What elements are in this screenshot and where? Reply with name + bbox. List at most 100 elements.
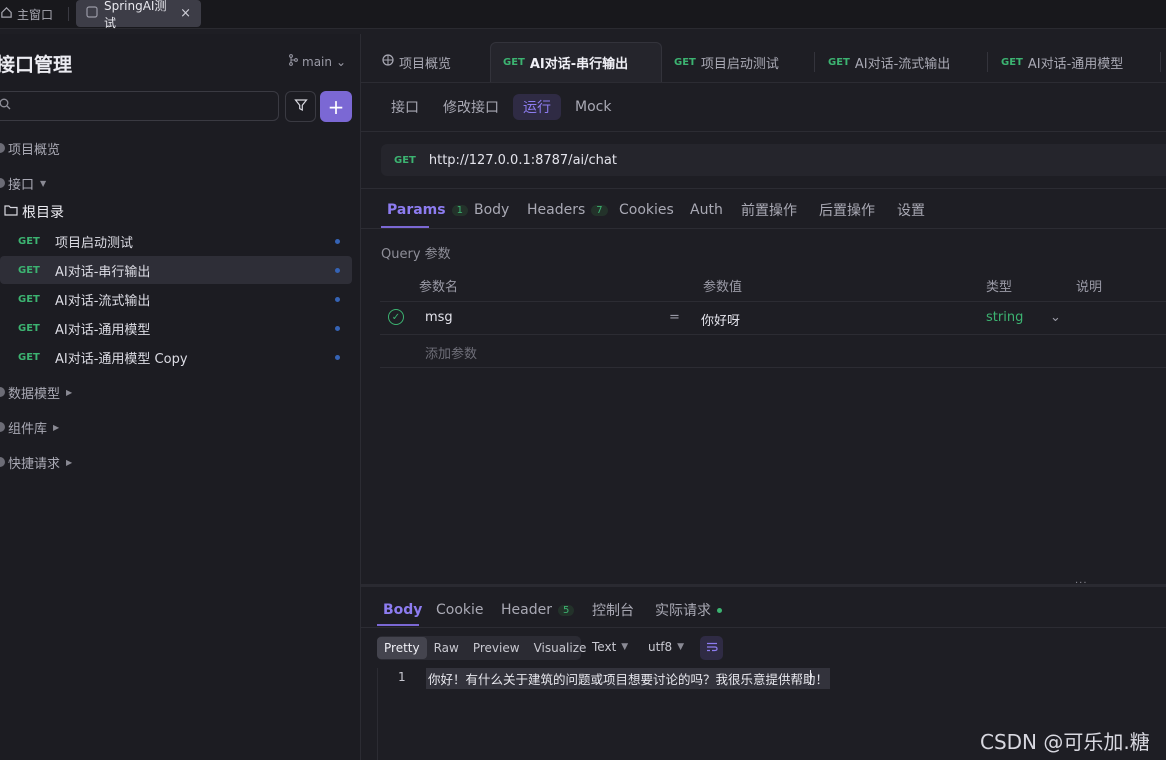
chevron-down-icon: ▼ [621, 642, 629, 652]
filter-button[interactable] [285, 91, 316, 122]
tab-startup-test[interactable]: GET 项目启动测试 [662, 42, 812, 82]
api-item[interactable]: GET AI对话-流式输出 [0, 285, 352, 313]
active-tab-indicator [377, 624, 419, 626]
count-badge: 1 [451, 204, 468, 216]
subtab-run[interactable]: 运行 [513, 94, 561, 120]
query-section-label: Query 参数 [381, 247, 451, 262]
sidebar-item-label: 接口 [8, 177, 35, 193]
method-badge: GET [18, 264, 40, 276]
tab-ai-general[interactable]: GET AI对话-通用模型 [989, 42, 1159, 82]
tab-label: 项目启动测试 [700, 56, 779, 72]
sidebar-item-label: 快捷请求 [8, 456, 61, 472]
response-splitter[interactable] [361, 584, 1166, 587]
response-tab-body[interactable]: Body [383, 600, 422, 620]
wrap-icon [706, 641, 718, 656]
overview-icon [0, 143, 5, 153]
branch-selector[interactable]: main ⌄ [288, 54, 346, 69]
tab-ai-serial[interactable]: GET AI对话-串行输出 [490, 42, 662, 82]
divider [361, 228, 1166, 229]
api-item-label: AI对话-串行输出 [55, 264, 151, 280]
response-tab-header[interactable]: Header 5 [501, 600, 575, 620]
sidebar-item-quick-requests[interactable]: 快捷请求 ▶ [0, 448, 72, 476]
method-badge: GET [18, 351, 40, 363]
tab-settings[interactable]: 设置 [897, 198, 925, 222]
overview-icon [382, 54, 394, 70]
tab-cookies[interactable]: Cookies [619, 198, 674, 222]
param-name-input[interactable]: msg [425, 310, 453, 325]
encoding-select[interactable]: utf8 ▼ [648, 640, 684, 654]
tab-label: Auth [690, 202, 723, 218]
tab-label: 设置 [897, 203, 925, 219]
sidebar-item-overview[interactable]: 项目概览 [0, 134, 60, 162]
tab-label: 项目概览 [399, 56, 452, 72]
tab-pre-script[interactable]: 前置操作 [741, 198, 797, 222]
method-selector[interactable]: GET [394, 155, 416, 166]
sidebar-item-models[interactable]: 数据模型 ▶ [0, 378, 72, 406]
window-tab-label: SpringAI测试 [104, 0, 167, 30]
equals-sign: = [669, 310, 680, 325]
caret-down-icon: ▼ [40, 178, 47, 188]
subtab-edit[interactable]: 修改接口 [433, 94, 509, 120]
tab-label: AI对话-串行输出 [529, 57, 629, 72]
tab-label: Cookie [436, 602, 484, 618]
api-item[interactable]: GET AI对话-通用模型 [0, 314, 352, 342]
check-icon[interactable]: ✓ [388, 309, 404, 325]
tab-ai-stream[interactable]: GET AI对话-流式输出 [816, 42, 986, 82]
tab-post-script[interactable]: 后置操作 [819, 198, 875, 222]
chevron-down-icon[interactable]: ⌄ [1050, 310, 1061, 325]
subtab-api[interactable]: 接口 [381, 94, 429, 120]
tab-params[interactable]: Params 1 [387, 198, 468, 222]
view-visualize-button[interactable]: Visualize [527, 637, 594, 659]
api-item[interactable]: GET AI对话-通用模型 Copy [0, 343, 352, 371]
tab-auth[interactable]: Auth [690, 198, 723, 222]
response-tab-cookie[interactable]: Cookie [436, 600, 484, 620]
column-header: 参数值 [703, 280, 743, 295]
api-item[interactable]: GET 项目启动测试 [0, 227, 352, 255]
home-icon [0, 6, 13, 22]
format-select[interactable]: Text ▼ [592, 640, 628, 654]
response-tab-actual-request[interactable]: 实际请求 [655, 600, 722, 620]
close-icon[interactable]: × [180, 6, 191, 21]
sidebar-item-label: 组件库 [8, 421, 48, 437]
count-badge: 5 [557, 604, 575, 616]
response-body-text[interactable]: 你好！有什么关于建筑的问题或项目想要讨论的吗？我很乐意提供帮助！ [426, 668, 831, 689]
param-value-input[interactable]: 你好呀 [701, 310, 740, 329]
tab-overview[interactable]: 项目概览 [370, 42, 488, 82]
tab-label: AI对话-流式输出 [854, 56, 951, 72]
api-item-label: AI对话-流式输出 [55, 293, 151, 309]
api-icon [0, 178, 5, 188]
url-input[interactable]: http://127.0.0.1:8787/ai/chat [429, 153, 617, 168]
param-type-select[interactable]: string [986, 310, 1023, 325]
url-bar[interactable]: GET http://127.0.0.1:8787/ai/chat [381, 144, 1166, 176]
divider [68, 7, 69, 21]
divider [361, 131, 1166, 132]
subtab-mock[interactable]: Mock [565, 94, 621, 120]
tab-body[interactable]: Body [474, 198, 509, 222]
caret-right-icon: ▶ [66, 387, 73, 397]
api-item-label: 项目启动测试 [55, 235, 134, 251]
method-badge: GET [18, 322, 40, 334]
response-tab-console[interactable]: 控制台 [592, 600, 634, 620]
tab-label: Header [501, 602, 552, 618]
view-pretty-button[interactable]: Pretty [377, 637, 427, 659]
tab-headers[interactable]: Headers 7 [527, 198, 608, 222]
home-window-button[interactable]: 主窗口 [0, 5, 53, 23]
search-input[interactable] [0, 91, 279, 121]
component-icon [0, 422, 5, 432]
view-preview-button[interactable]: Preview [466, 637, 527, 659]
api-item-active[interactable]: GET AI对话-串行输出 [0, 256, 352, 284]
drag-handle-icon[interactable]: ··· [1075, 578, 1088, 589]
tab-label: 后置操作 [819, 203, 875, 219]
api-item-label: AI对话-通用模型 [55, 322, 151, 338]
folder-label: 根目录 [22, 205, 64, 221]
add-button[interactable]: + [320, 91, 352, 122]
sidebar-item-components[interactable]: 组件库 ▶ [0, 413, 59, 441]
view-raw-button[interactable]: Raw [427, 637, 466, 659]
window-tab-springai[interactable]: SpringAI测试 × [76, 0, 201, 30]
folder-root[interactable]: 根目录 [0, 198, 64, 226]
sidebar-item-apis[interactable]: 接口 ▼ [0, 169, 46, 197]
add-param-input[interactable]: 添加参数 [425, 343, 477, 362]
caret-right-icon: ▶ [66, 457, 73, 467]
wrap-lines-button[interactable] [700, 636, 723, 660]
model-icon [0, 387, 5, 397]
